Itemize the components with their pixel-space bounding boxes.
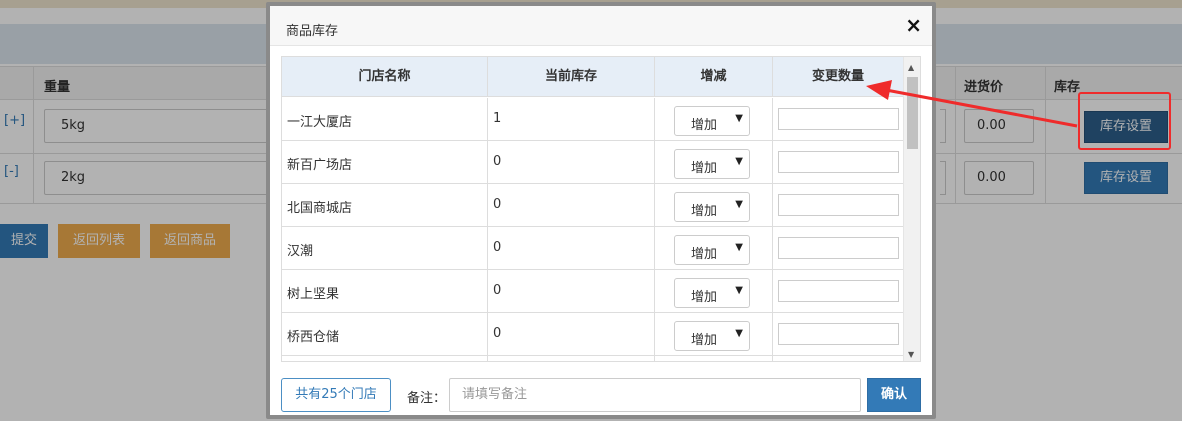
store-name: 新百广场店 <box>287 158 353 173</box>
store-name: 汉潮 <box>287 244 314 259</box>
store-stock-table: 门店名称 当前库存 增减 变更数量 一江大厦店 1 增加 ▼ 新百广场店 0 增加… <box>281 56 921 362</box>
table-row: 北国商城店 0 增加 ▼ <box>282 184 904 227</box>
table-row: 树上坚果 0 增加 ▼ <box>282 270 904 313</box>
change-quantity-input[interactable] <box>778 323 899 345</box>
remark-input[interactable]: 请填写备注 <box>449 378 861 412</box>
caret-down-icon: ▼ <box>735 113 743 124</box>
current-stock: 0 <box>493 326 502 341</box>
change-quantity-input[interactable] <box>778 108 899 130</box>
change-type-value: 增加 <box>691 161 718 176</box>
stock-cell: 0 <box>488 270 655 313</box>
modal-title: 商品库存 <box>286 24 339 39</box>
op-cell: 增加 ▼ <box>655 313 773 356</box>
table-row: 汉潮 0 增加 ▼ <box>282 227 904 270</box>
change-quantity-input[interactable] <box>778 194 899 216</box>
store-name: 树上坚果 <box>287 287 340 302</box>
table-row <box>282 356 904 361</box>
change-type-value: 增加 <box>691 247 718 262</box>
store-cell <box>282 356 488 361</box>
qty-cell <box>773 184 904 227</box>
change-type-value: 增加 <box>691 118 718 133</box>
op-cell: 增加 ▼ <box>655 227 773 270</box>
qty-cell <box>773 98 904 141</box>
qty-cell <box>773 356 904 361</box>
current-stock: 0 <box>493 283 502 298</box>
stock-cell: 1 <box>488 98 655 141</box>
stock-cell: 0 <box>488 184 655 227</box>
store-count-button[interactable]: 共有25个门店 <box>281 378 391 412</box>
store-cell: 树上坚果 <box>282 270 488 313</box>
change-quantity-input[interactable] <box>778 151 899 173</box>
current-stock: 1 <box>493 111 502 126</box>
store-name: 桥西仓储 <box>287 330 340 345</box>
column-store-name: 门店名称 <box>282 57 488 97</box>
op-cell: 增加 ▼ <box>655 270 773 313</box>
store-cell: 一江大厦店 <box>282 98 488 141</box>
caret-down-icon: ▼ <box>735 156 743 167</box>
confirm-button[interactable]: 确认 <box>867 378 921 412</box>
op-cell: 增加 ▼ <box>655 184 773 227</box>
vertical-scrollbar[interactable]: ▲ ▼ <box>903 57 920 361</box>
close-icon[interactable]: × <box>905 14 922 36</box>
store-name: 北国商城店 <box>287 201 353 216</box>
table-row: 桥西仓储 0 增加 ▼ <box>282 313 904 356</box>
scroll-up-icon[interactable]: ▲ <box>908 63 914 72</box>
scroll-down-icon[interactable]: ▼ <box>908 350 914 359</box>
qty-cell <box>773 141 904 184</box>
stock-cell: 0 <box>488 227 655 270</box>
column-change-type: 增减 <box>655 57 773 97</box>
scroll-thumb[interactable] <box>907 77 918 149</box>
current-stock: 0 <box>493 154 502 169</box>
store-cell: 桥西仓储 <box>282 313 488 356</box>
caret-down-icon: ▼ <box>735 242 743 253</box>
annotation-highlight-box <box>1078 92 1171 150</box>
table-row: 一江大厦店 1 增加 ▼ <box>282 98 904 141</box>
op-cell: 增加 ▼ <box>655 141 773 184</box>
stock-cell <box>488 356 655 361</box>
store-cell: 新百广场店 <box>282 141 488 184</box>
table-row: 新百广场店 0 增加 ▼ <box>282 141 904 184</box>
change-type-select[interactable]: 增加 ▼ <box>674 192 750 222</box>
caret-down-icon: ▼ <box>735 199 743 210</box>
current-stock: 0 <box>493 240 502 255</box>
column-change-quantity: 变更数量 <box>773 57 904 97</box>
caret-down-icon: ▼ <box>735 285 743 296</box>
change-type-select[interactable]: 增加 ▼ <box>674 235 750 265</box>
current-stock: 0 <box>493 197 502 212</box>
op-cell <box>655 356 773 361</box>
table-header: 门店名称 当前库存 增减 变更数量 <box>282 57 904 97</box>
column-current-stock: 当前库存 <box>488 57 655 97</box>
change-type-select[interactable]: 增加 ▼ <box>674 149 750 179</box>
change-type-value: 增加 <box>691 290 718 305</box>
qty-cell <box>773 313 904 356</box>
store-cell: 汉潮 <box>282 227 488 270</box>
modal-header: 商品库存 × <box>270 6 932 46</box>
remark-label: 备注： <box>407 391 447 406</box>
change-type-select[interactable]: 增加 ▼ <box>674 106 750 136</box>
change-quantity-input[interactable] <box>778 280 899 302</box>
store-cell: 北国商城店 <box>282 184 488 227</box>
caret-down-icon: ▼ <box>735 328 743 339</box>
qty-cell <box>773 227 904 270</box>
change-quantity-input[interactable] <box>778 237 899 259</box>
op-cell: 增加 ▼ <box>655 98 773 141</box>
change-type-value: 增加 <box>691 204 718 219</box>
stock-cell: 0 <box>488 313 655 356</box>
store-name: 一江大厦店 <box>287 115 353 130</box>
stock-modal: 商品库存 × 门店名称 当前库存 增减 变更数量 一江大厦店 1 增加 ▼ 新百广… <box>266 2 936 419</box>
qty-cell <box>773 270 904 313</box>
stock-cell: 0 <box>488 141 655 184</box>
change-type-value: 增加 <box>691 333 718 348</box>
change-type-select[interactable]: 增加 ▼ <box>674 278 750 308</box>
change-type-select[interactable]: 增加 ▼ <box>674 321 750 351</box>
